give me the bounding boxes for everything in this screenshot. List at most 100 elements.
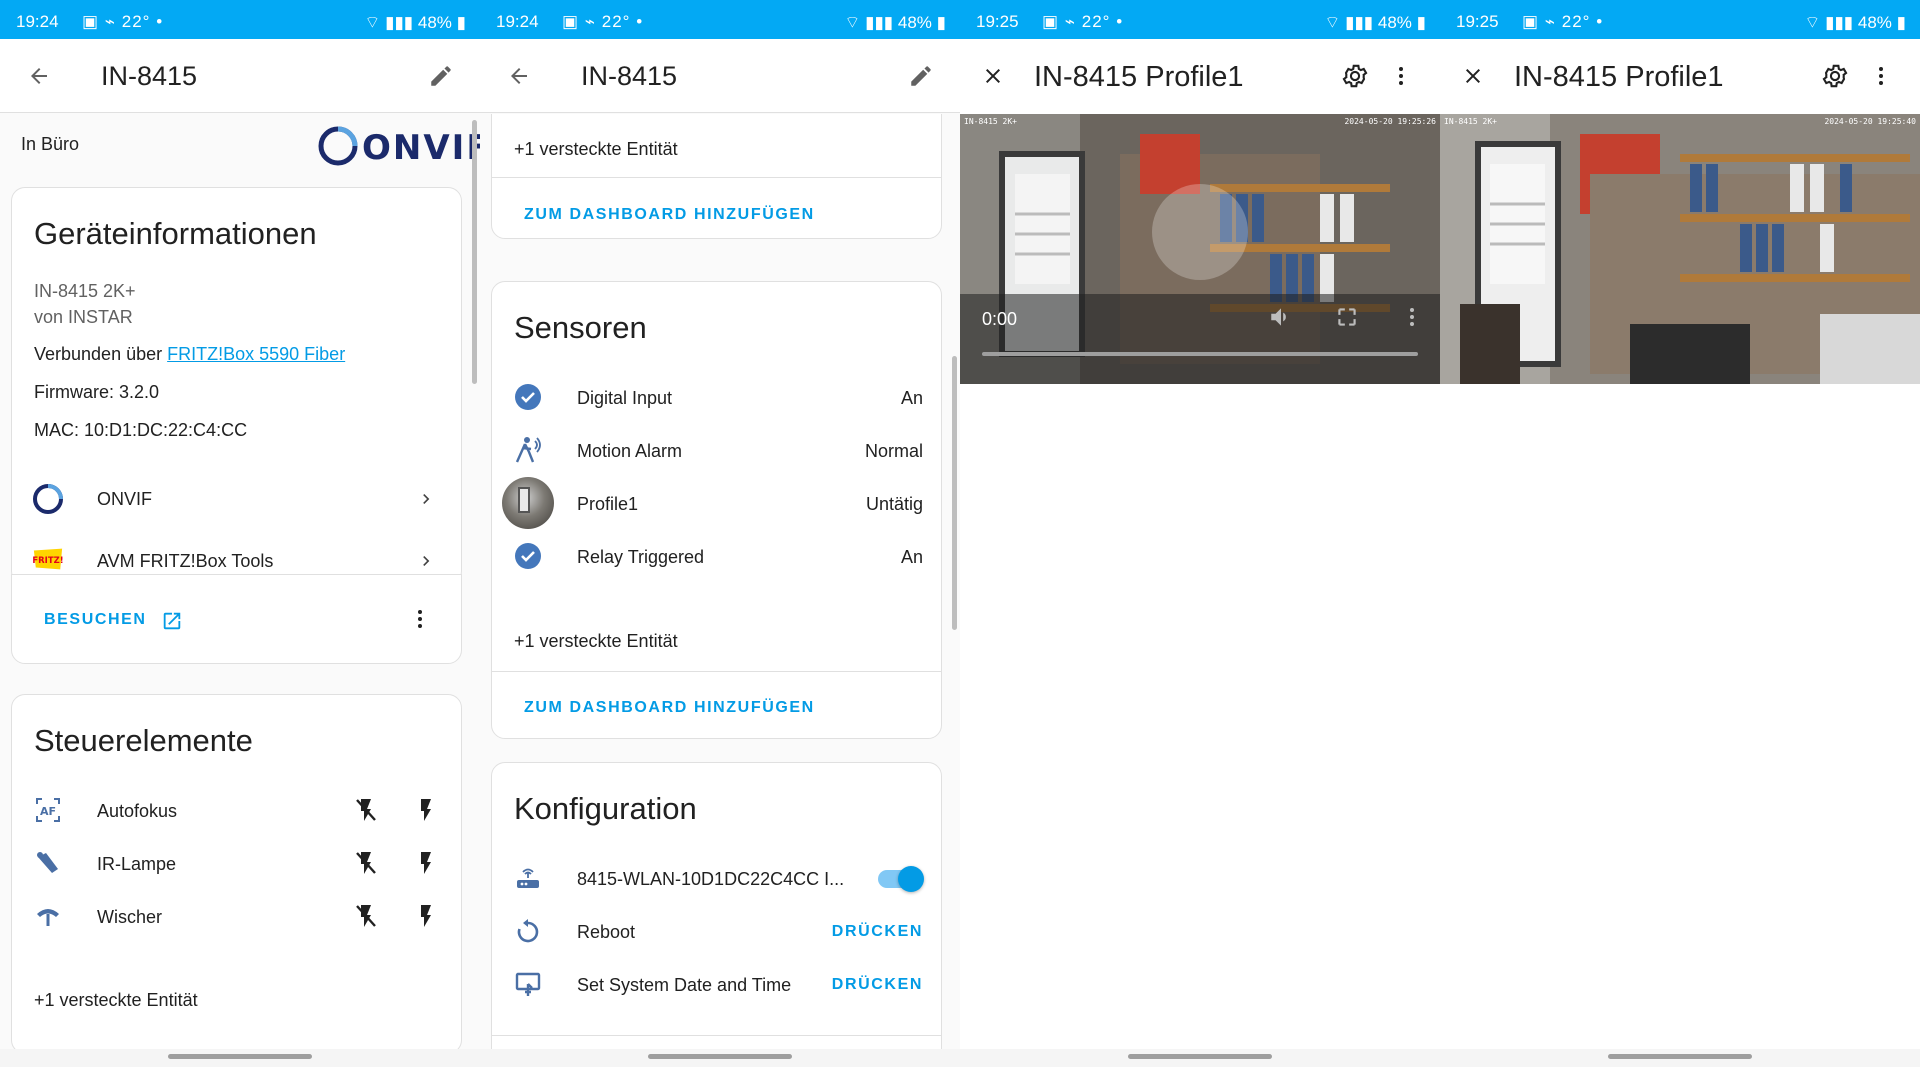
- status-temperature: 22°: [1561, 12, 1591, 31]
- svg-text:AF: AF: [40, 805, 56, 818]
- status-bar: 19:25 ▣ ⌁ 22° • ⌔ ▮▮▮ 48% ▮: [960, 0, 1440, 39]
- open-in-new-icon: [156, 605, 188, 637]
- control-row-autofokus: AF Autofokus: [12, 787, 463, 833]
- battery-level: 48%: [1377, 13, 1412, 32]
- control-row-ir-lampe: IR-Lampe: [12, 840, 463, 886]
- check-circle-icon: [512, 540, 544, 572]
- volume-icon[interactable]: [1268, 304, 1294, 330]
- back-arrow-icon[interactable]: [502, 59, 536, 93]
- status-right: ⌔ ▮▮▮ 48% ▮: [844, 13, 946, 32]
- nav-handle[interactable]: [648, 1054, 792, 1059]
- sensors-card: Sensoren Digital Input An Motion Alarm N…: [491, 281, 942, 739]
- af-icon: AF: [32, 794, 64, 826]
- sensor-label: Profile1: [577, 494, 639, 514]
- press-button[interactable]: DRÜCKEN: [832, 923, 923, 941]
- card-heading: Steuerelemente: [34, 723, 253, 758]
- sensor-row-relay-triggered[interactable]: Relay Triggered An: [492, 533, 943, 579]
- flash-on-icon[interactable]: [410, 900, 442, 932]
- integration-row-onvif[interactable]: ONVIF: [12, 471, 463, 527]
- status-temperature: 22°: [601, 12, 631, 31]
- flash-off-icon[interactable]: [350, 900, 382, 932]
- visit-button[interactable]: BESUCHEN: [32, 605, 182, 635]
- hidden-entities-link[interactable]: +1 versteckte Entität: [514, 139, 678, 160]
- nav-handle[interactable]: [1128, 1054, 1272, 1059]
- device-model: IN-8415 2K+: [34, 281, 136, 301]
- camera-thumbnail: [502, 477, 554, 529]
- press-button[interactable]: DRÜCKEN: [832, 976, 923, 994]
- video-more-icon[interactable]: [1402, 304, 1422, 330]
- close-icon[interactable]: [976, 59, 1010, 93]
- flash-on-icon[interactable]: [410, 847, 442, 879]
- onvif-logo: ONVIF: [318, 124, 480, 168]
- connected-via: Verbunden über FRITZ!Box 5590 Fiber: [34, 344, 345, 365]
- sensor-row-digital-input[interactable]: Digital Input An: [492, 374, 943, 420]
- app-bar: IN-8415: [0, 39, 480, 113]
- edit-pencil-icon[interactable]: [424, 59, 458, 93]
- add-to-dashboard-button[interactable]: ZUM DASHBOARD HINZUFÜGEN: [524, 699, 815, 717]
- connected-prefix: Verbunden über: [34, 344, 163, 364]
- device-page-panel-scrolled: 19:24 ▣ ⌁ 22° • ⌔ ▮▮▮ 48% ▮ IN-8415 +1 v…: [480, 0, 960, 1067]
- camera-live-stream[interactable]: IN-8415 2K+ 2024-05-20 19:25:40: [1440, 114, 1920, 384]
- card-heading: Konfiguration: [514, 791, 697, 826]
- chevron-right-icon: [410, 483, 442, 515]
- status-temperature: 22°: [121, 12, 151, 31]
- hidden-entities-link[interactable]: +1 versteckte Entität: [514, 631, 678, 652]
- fritzbox-link[interactable]: FRITZ!Box 5590 Fiber: [167, 344, 345, 364]
- sensor-state: Normal: [864, 441, 923, 461]
- scrollbar[interactable]: [952, 356, 957, 630]
- close-icon[interactable]: [1456, 59, 1490, 93]
- hidden-entities-link[interactable]: +1 versteckte Entität: [34, 990, 198, 1011]
- back-arrow-icon[interactable]: [22, 59, 56, 93]
- router-wifi-icon: [512, 862, 544, 894]
- device-info-actions: BESUCHEN: [11, 574, 462, 664]
- card-heading: Geräteinformationen: [34, 216, 317, 251]
- status-time: 19:25: [1456, 12, 1499, 31]
- sensor-row-profile1[interactable]: Profile1 Untätig: [492, 477, 943, 529]
- wlan-toggle[interactable]: [876, 865, 926, 893]
- fullscreen-icon[interactable]: [1334, 304, 1360, 330]
- sensor-label: Motion Alarm: [577, 441, 683, 461]
- status-indicators: ▣ ⌁ 22° •: [82, 12, 164, 31]
- controls-card: Steuerelemente AF Autofokus IR-Lampe Wis…: [11, 694, 462, 1049]
- check-circle-icon: [512, 381, 544, 413]
- battery-level: 48%: [1857, 13, 1892, 32]
- add-to-dashboard-button[interactable]: ZUM DASHBOARD HINZUFÜGEN: [524, 206, 815, 224]
- video-osd-camera: IN-8415 2K+: [1444, 117, 1497, 126]
- sensor-row-motion-alarm[interactable]: Motion Alarm Normal: [492, 427, 943, 473]
- flash-on-icon[interactable]: [410, 794, 442, 826]
- wiper-icon: [32, 900, 64, 932]
- device-manufacturer: von INSTAR: [34, 307, 133, 327]
- fritz-logo-icon: FRITZ!: [32, 543, 64, 575]
- battery-level: 48%: [897, 13, 932, 32]
- more-vertical-icon[interactable]: [1864, 59, 1898, 93]
- scrollbar[interactable]: [472, 120, 477, 384]
- sensor-state: Untätig: [865, 494, 923, 514]
- camera-video-player[interactable]: IN-8415 2K+ 2024-05-20 19:25:26 0:00: [960, 114, 1440, 384]
- toggle-knob: [898, 866, 924, 892]
- sensor-label: Relay Triggered: [577, 547, 705, 567]
- integration-label: ONVIF: [97, 489, 153, 509]
- config-row-reboot: Reboot DRÜCKEN: [492, 908, 943, 954]
- page-content: +1 versteckte Entität ZUM DASHBOARD HINZ…: [480, 114, 960, 1049]
- nav-handle[interactable]: [168, 1054, 312, 1059]
- flash-off-icon[interactable]: [350, 847, 382, 879]
- nav-handle[interactable]: [1608, 1054, 1752, 1059]
- gear-icon[interactable]: [1818, 59, 1852, 93]
- edit-pencil-icon[interactable]: [904, 59, 938, 93]
- video-osd-camera: IN-8415 2K+: [964, 117, 1017, 126]
- more-vertical-icon[interactable]: [1384, 59, 1418, 93]
- camera-dialog-panel: 19:25 ▣ ⌁ 22° • ⌔ ▮▮▮ 48% ▮ IN-8415 Prof…: [960, 0, 1440, 1067]
- more-vertical-icon[interactable]: [404, 603, 436, 635]
- device-info-card: Geräteinformationen IN-8415 2K+ von INST…: [11, 187, 462, 585]
- status-temperature: 22°: [1081, 12, 1111, 31]
- gear-icon[interactable]: [1338, 59, 1372, 93]
- area-link[interactable]: In Büro: [21, 134, 79, 155]
- status-time: 19:25: [976, 12, 1019, 31]
- config-row-set-time: Set System Date and Time DRÜCKEN: [492, 961, 943, 1007]
- sensor-state: An: [900, 388, 923, 408]
- control-label: IR-Lampe: [97, 854, 177, 874]
- flash-off-icon[interactable]: [350, 794, 382, 826]
- video-progress-bar[interactable]: [982, 352, 1418, 356]
- restart-icon: [512, 915, 544, 947]
- configuration-card: Konfiguration 8415-WLAN-10D1DC22C4CC I..…: [491, 762, 942, 1049]
